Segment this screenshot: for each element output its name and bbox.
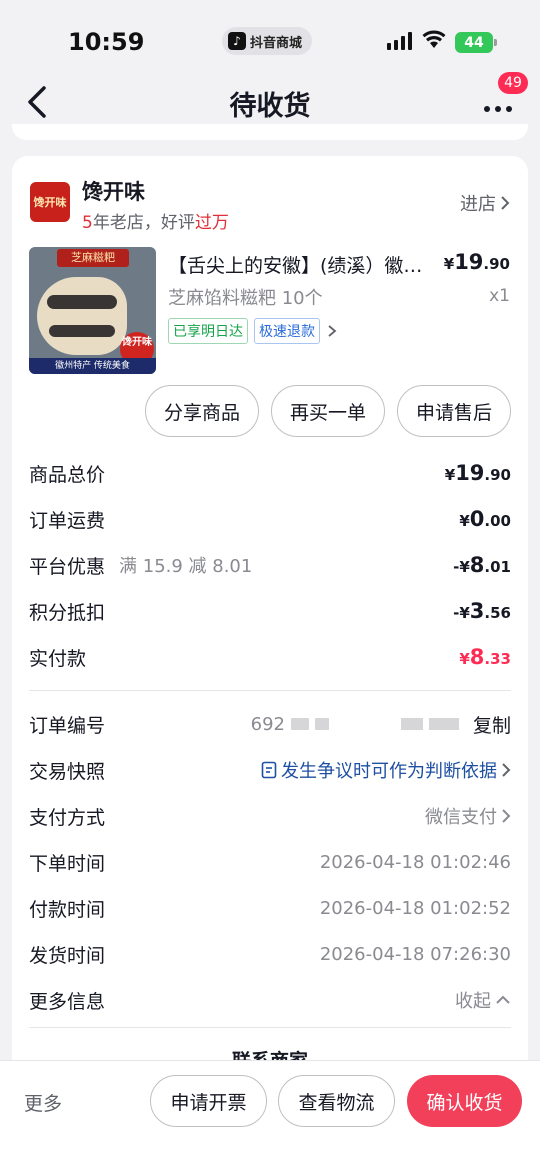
- copy-order-number-button[interactable]: 复制: [473, 711, 511, 738]
- enter-shop-label: 进店: [460, 194, 496, 215]
- summary-value: ¥19.90: [444, 461, 511, 485]
- summary-label: 商品总价: [29, 463, 106, 486]
- order-time-value: 2026-04-18 01:02:46: [319, 851, 511, 873]
- shop-years-suffix: 年老店，好评: [92, 213, 195, 233]
- shop-review-count: 过万: [194, 213, 229, 233]
- product-quantity: x1: [489, 286, 510, 306]
- pay-time-row: 付款时间 2026-04-18 01:02:52: [29, 893, 511, 923]
- battery-icon: 44: [455, 32, 497, 53]
- summary-label: 平台优惠: [29, 555, 106, 578]
- product-price-dec: .90: [483, 255, 510, 273]
- summary-label: 实付款: [29, 647, 87, 670]
- summary-value: -¥8.01: [453, 553, 511, 577]
- enter-shop-button[interactable]: 进店: [460, 190, 510, 216]
- page-title: 待收货: [229, 91, 311, 122]
- confirm-receipt-button[interactable]: 确认收货: [407, 1075, 522, 1127]
- chevron-up-icon: [496, 995, 510, 1004]
- more-info-label: 更多信息: [29, 990, 106, 1013]
- document-icon: [261, 761, 277, 779]
- more-info-row[interactable]: 更多信息 收起: [29, 985, 511, 1015]
- chevron-right-icon: [502, 763, 511, 777]
- payment-method-value: 微信支付: [425, 803, 511, 829]
- order-number-row: 订单编号 692 复制: [29, 709, 511, 739]
- discount-note: 满 15.9 减 8.01: [119, 556, 253, 577]
- collapse-toggle[interactable]: 收起: [455, 987, 511, 1013]
- ship-time-value: 2026-04-18 07:26:30: [319, 943, 511, 965]
- paid-amount: ¥8.33: [459, 645, 511, 669]
- chevron-right-icon: [501, 196, 510, 210]
- redaction-gap: [334, 718, 395, 730]
- signal-icon: [387, 32, 412, 50]
- order-time-row: 下单时间 2026-04-18 01:02:46: [29, 847, 511, 877]
- summary-row-shipping: 订单运费 ¥0.00: [29, 504, 511, 534]
- product-image-title: 芝麻糍粑: [57, 249, 129, 267]
- share-product-button[interactable]: 分享商品: [144, 385, 259, 437]
- snapshot-row[interactable]: 交易快照 发生争议时可作为判断依据: [29, 755, 511, 785]
- view-logistics-button[interactable]: 查看物流: [278, 1075, 395, 1127]
- invoice-button[interactable]: 申请开票: [150, 1075, 267, 1127]
- payment-method-label: 支付方式: [29, 806, 106, 829]
- more-dots-icon: [484, 106, 512, 112]
- order-number-label: 订单编号: [29, 714, 106, 737]
- buy-again-button[interactable]: 再买一单: [270, 385, 385, 437]
- product-actions: 分享商品 再买一单 申请售后: [144, 385, 511, 437]
- order-number-value: 692 复制: [251, 711, 511, 738]
- summary-value: ¥0.00: [459, 507, 511, 531]
- shop-logo[interactable]: 馋开味: [30, 182, 70, 222]
- status-time: 10:59: [68, 28, 145, 56]
- redaction-mask: [428, 718, 459, 730]
- more-button[interactable]: 更多: [24, 1089, 62, 1116]
- chevron-right-icon: [502, 809, 511, 823]
- order-card: 馋开味 馋开味 5年老店，好评过万 进店 芝麻糍粑 馋开味 徽州特产 传统美食 …: [12, 156, 528, 1096]
- ship-time-row: 发货时间 2026-04-18 07:26:30: [29, 939, 511, 969]
- shop-reputation: 5年老店，好评过万: [82, 208, 229, 233]
- app-pill-label: 抖音商城: [250, 35, 303, 51]
- snapshot-link-text: 发生争议时可作为判断依据: [281, 761, 497, 782]
- wifi-icon: [422, 30, 446, 48]
- chevron-right-icon: [328, 325, 337, 337]
- redaction-mask: [314, 718, 329, 730]
- nav-bar: 待收货 49: [0, 72, 540, 132]
- summary-row-discount: 平台优惠 满 15.9 减 8.01 -¥8.01: [29, 550, 511, 580]
- douyin-logo-icon: ♪: [228, 32, 246, 50]
- product-image[interactable]: 芝麻糍粑 馋开味 徽州特产 传统美食: [29, 247, 156, 374]
- product-title[interactable]: 【舌尖上的安徽】(绩溪）徽…: [168, 251, 438, 278]
- product-price-int: 19: [454, 250, 484, 274]
- order-number-prefix: 692: [250, 713, 285, 735]
- shop-years: 5: [82, 213, 93, 233]
- message-badge: 49: [498, 72, 528, 94]
- ship-time-label: 发货时间: [29, 944, 106, 967]
- bottom-action-bar: 更多 申请开票 查看物流 确认收货: [0, 1060, 540, 1174]
- product-spec: 芝麻馅料糍粑 10个: [168, 288, 323, 309]
- summary-row-paid: 实付款 ¥8.33: [29, 642, 511, 672]
- snapshot-label: 交易快照: [29, 760, 106, 783]
- payment-method-row[interactable]: 支付方式 微信支付: [29, 801, 511, 831]
- pay-time-label: 付款时间: [29, 898, 106, 921]
- product-price: ¥19.90: [444, 250, 510, 274]
- product-tags[interactable]: 已享明日达 极速退款: [168, 318, 338, 344]
- order-time-label: 下单时间: [29, 852, 106, 875]
- divider: [29, 690, 511, 691]
- snapshot-link[interactable]: 发生争议时可作为判断依据: [261, 757, 511, 783]
- product-image-caption: 徽州特产 传统美食: [29, 358, 156, 374]
- app-pill: ♪ 抖音商城: [222, 27, 313, 55]
- battery-level: 44: [464, 34, 484, 51]
- product-price-symbol: ¥: [443, 255, 455, 273]
- summary-row-total: 商品总价 ¥19.90: [29, 458, 511, 488]
- divider: [29, 1027, 511, 1028]
- summary-label: 订单运费: [29, 509, 106, 532]
- summary-label: 积分抵扣: [29, 601, 106, 624]
- redaction-mask: [400, 718, 423, 730]
- product-image-cake: [37, 277, 127, 355]
- previous-card-edge: [12, 124, 528, 140]
- pay-time-value: 2026-04-18 01:02:52: [319, 897, 511, 919]
- after-sales-button[interactable]: 申请售后: [396, 385, 511, 437]
- tag-next-day: 已享明日达: [168, 318, 248, 344]
- summary-row-points: 积分抵扣 -¥3.56: [29, 596, 511, 626]
- redaction-mask: [290, 718, 309, 730]
- summary-value: -¥3.56: [453, 599, 511, 623]
- tag-fast-refund: 极速退款: [254, 318, 320, 344]
- shop-name[interactable]: 馋开味: [82, 176, 145, 206]
